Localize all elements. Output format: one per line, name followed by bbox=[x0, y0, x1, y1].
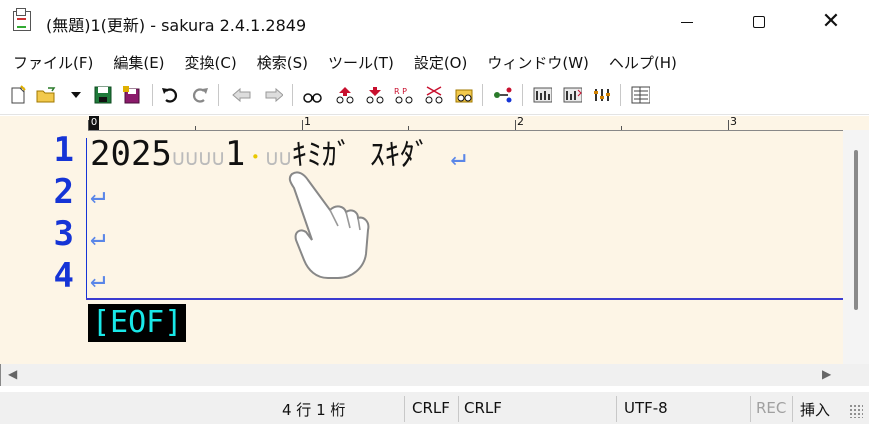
line-number: 2 bbox=[53, 172, 74, 212]
menu-help[interactable]: ヘルプ(H) bbox=[598, 52, 686, 73]
close-icon: ✕ bbox=[821, 9, 841, 34]
toolbar-separator bbox=[292, 84, 293, 106]
close-button[interactable]: ✕ bbox=[800, 0, 862, 44]
replace-icon[interactable]: R P bbox=[393, 84, 413, 106]
grep-icon[interactable] bbox=[453, 84, 473, 106]
search-next-icon[interactable] bbox=[364, 84, 384, 106]
maximize-icon bbox=[753, 16, 765, 28]
toolbar-separator bbox=[218, 84, 219, 106]
scroll-left-icon[interactable]: ◀ bbox=[8, 367, 17, 381]
cursor-position: 4 行 1 桁 bbox=[282, 401, 346, 419]
scrollbar-corner bbox=[843, 364, 869, 386]
toolbar-separator bbox=[522, 84, 523, 106]
eof-marker: [EOF] bbox=[88, 304, 187, 342]
save-all-icon[interactable] bbox=[122, 84, 142, 106]
toolbar-separator bbox=[620, 84, 621, 106]
open-file-icon[interactable] bbox=[36, 84, 56, 106]
menu-settings[interactable]: 設定(O) bbox=[403, 52, 477, 73]
ruler-tick bbox=[621, 126, 622, 130]
scroll-right-icon[interactable]: ▶ bbox=[822, 367, 831, 381]
ruler-mark: 1 bbox=[304, 115, 311, 128]
move-back-icon[interactable] bbox=[231, 84, 251, 106]
line-number: 4 bbox=[53, 256, 74, 296]
compare-icon[interactable] bbox=[562, 84, 582, 106]
menu-file[interactable]: ファイル(F) bbox=[0, 52, 102, 73]
horizontal-scrollbar[interactable]: ◀ ▶ bbox=[0, 364, 843, 386]
vertical-scroll-thumb[interactable] bbox=[854, 150, 858, 310]
ruler-tick bbox=[728, 120, 729, 130]
window-title: (無題)1(更新) - sakura 2.4.1.2849 bbox=[46, 16, 307, 35]
search-mark-icon[interactable] bbox=[423, 84, 443, 106]
text-line[interactable]: ↵ bbox=[90, 172, 106, 212]
redo-icon[interactable] bbox=[190, 84, 210, 106]
jump-icon[interactable] bbox=[492, 84, 512, 106]
settings-icon[interactable] bbox=[630, 84, 650, 106]
newline-icon: ↵ bbox=[90, 222, 106, 252]
text-line[interactable]: ↵ bbox=[90, 214, 106, 254]
dropdown-arrow-icon[interactable] bbox=[66, 84, 86, 106]
text-line[interactable]: ↵ bbox=[90, 256, 106, 296]
search-prev-icon[interactable] bbox=[334, 84, 354, 106]
ruler-cursor-marker: 0 bbox=[89, 116, 99, 130]
vertical-scrollbar[interactable] bbox=[843, 130, 869, 364]
maximize-button[interactable] bbox=[728, 0, 790, 44]
menu-convert[interactable]: 変換(C) bbox=[174, 52, 246, 73]
line-number: 1 bbox=[53, 130, 74, 170]
line-ending-input[interactable]: CRLF bbox=[464, 399, 502, 417]
ruler-mark: 2 bbox=[517, 115, 524, 128]
rec-indicator: REC bbox=[756, 399, 787, 417]
status-separator bbox=[404, 396, 405, 422]
outline-icon[interactable] bbox=[532, 84, 552, 106]
line-ending-status[interactable]: CRLF bbox=[412, 399, 450, 417]
insert-mode-status[interactable]: 挿入 bbox=[800, 399, 830, 420]
title-bar: (無題)1(更新) - sakura 2.4.1.2849 ✕ bbox=[0, 0, 869, 44]
status-separator bbox=[750, 396, 751, 422]
menu-window[interactable]: ウィンドウ(W) bbox=[476, 52, 598, 73]
space-marker: ∪∪∪∪ bbox=[171, 146, 225, 171]
ruler-mark: 3 bbox=[730, 115, 737, 128]
space-marker: ・ bbox=[245, 145, 266, 169]
ruler-tick bbox=[302, 120, 303, 130]
new-file-icon[interactable] bbox=[9, 84, 29, 106]
text-segment: 1 bbox=[224, 134, 246, 174]
menu-edit[interactable]: 編集(E) bbox=[102, 52, 173, 73]
filter-icon[interactable] bbox=[592, 84, 612, 106]
text-line[interactable]: 2025∪∪∪∪1・∪∪ｷﾐｶﾞ ｽｷﾀﾞ ↵ bbox=[90, 130, 466, 174]
save-icon[interactable] bbox=[93, 84, 113, 106]
menu-search[interactable]: 検索(S) bbox=[246, 52, 317, 73]
ruler-end bbox=[843, 116, 869, 131]
search-icon[interactable] bbox=[302, 84, 322, 106]
pointing-hand-icon bbox=[288, 171, 370, 279]
minimize-icon bbox=[681, 21, 693, 23]
svg-text:R P: R P bbox=[394, 87, 407, 96]
ruler: 0 1 2 3 bbox=[88, 115, 843, 131]
ruler-tick bbox=[88, 120, 89, 130]
line-number: 3 bbox=[53, 214, 74, 254]
minimize-button[interactable] bbox=[656, 0, 718, 44]
newline-icon: ↵ bbox=[90, 264, 106, 294]
editor-area[interactable]: 0 1 2 3 1 2 3 4 2025∪∪∪∪1・∪∪ｷﾐｶﾞ ｽｷﾀﾞ ↵ … bbox=[0, 115, 869, 364]
gutter-divider bbox=[86, 138, 87, 300]
toolbar-separator bbox=[152, 84, 153, 106]
encoding-status[interactable]: UTF-8 bbox=[624, 399, 668, 417]
notepad-app-icon bbox=[13, 8, 31, 31]
ruler-tick bbox=[515, 120, 516, 130]
status-separator bbox=[792, 396, 793, 422]
menu-tools[interactable]: ツール(T) bbox=[317, 52, 403, 73]
resize-grip-icon[interactable] bbox=[849, 404, 863, 418]
newline-icon: ↵ bbox=[450, 142, 467, 172]
text-segment: 2025 bbox=[90, 134, 172, 174]
newline-icon: ↵ bbox=[90, 180, 106, 210]
menu-bar: ファイル(F) 編集(E) 変換(C) 検索(S) ツール(T) 設定(O) ウ… bbox=[0, 48, 869, 76]
cursor-line-underline bbox=[86, 298, 843, 300]
status-bar: 4 行 1 桁 CRLF CRLF UTF-8 REC 挿入 bbox=[0, 392, 869, 424]
toolbar-separator bbox=[482, 84, 483, 106]
move-forward-icon[interactable] bbox=[263, 84, 283, 106]
status-separator bbox=[616, 396, 617, 422]
status-separator bbox=[458, 396, 459, 422]
undo-icon[interactable] bbox=[160, 84, 180, 106]
